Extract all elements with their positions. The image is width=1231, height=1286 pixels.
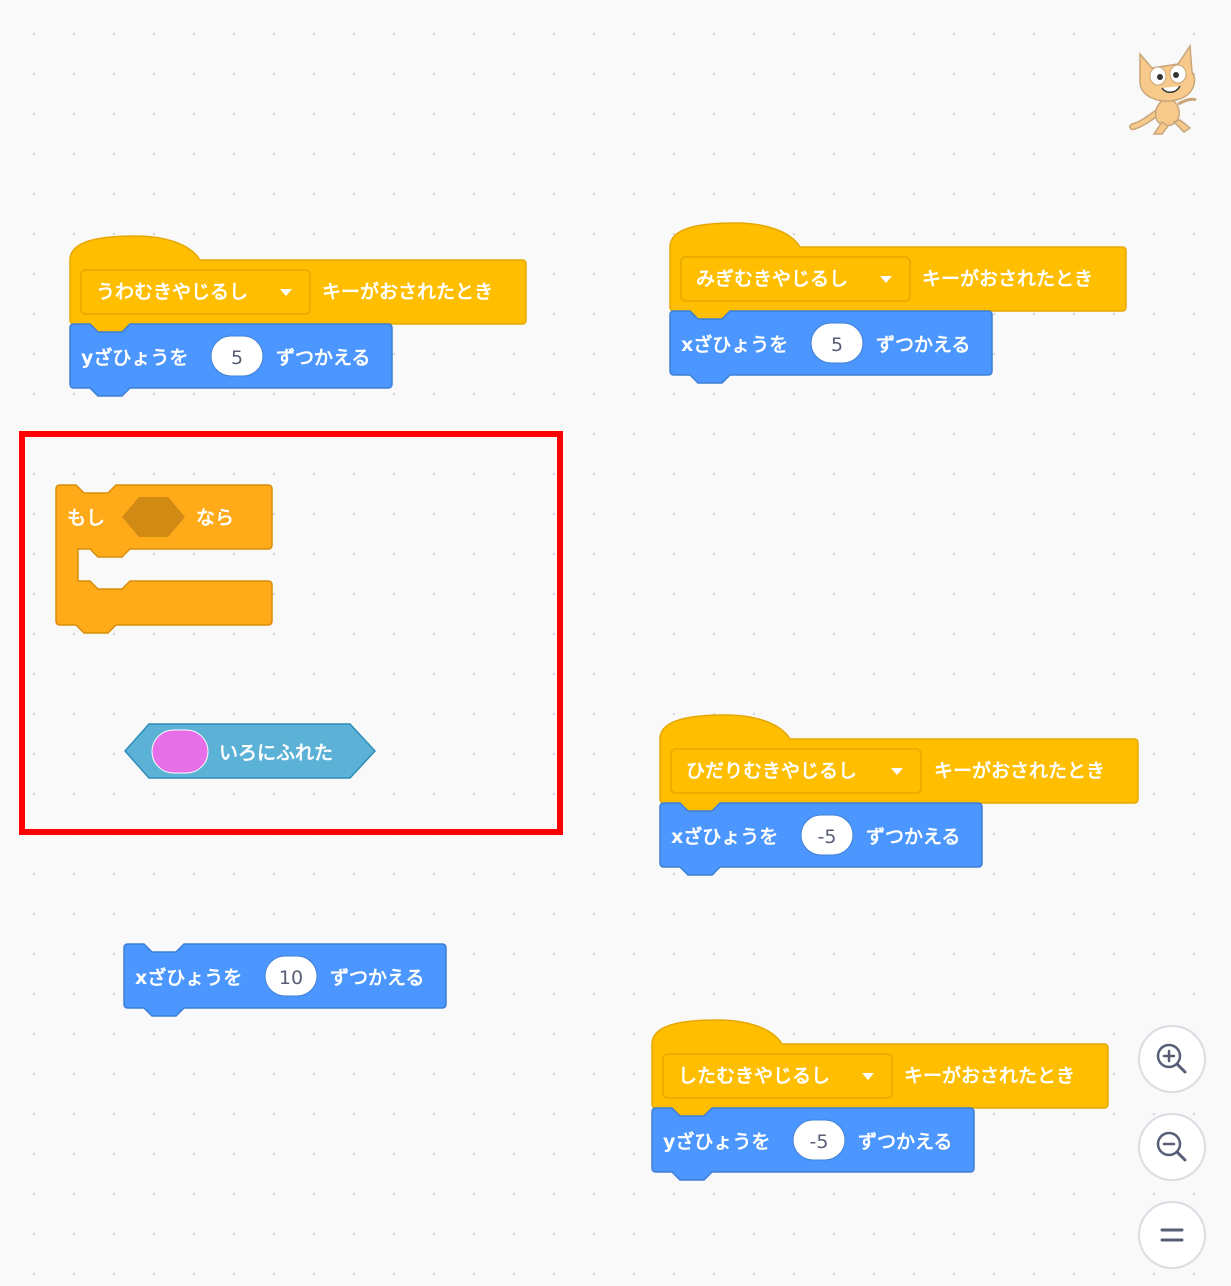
scratch-cat-icon — [1129, 43, 1197, 135]
hat-suffix-label: キーがおされたとき — [934, 759, 1105, 782]
motion-suffix-label: ずつかえる — [276, 347, 370, 369]
event-script-up[interactable]: うわむきやじるし キーがおされたとき yざひょうを 5 ずつかえる — [69, 235, 527, 397]
motion-suffix-label: ずつかえる — [330, 967, 424, 989]
motion-suffix-label: ずつかえる — [866, 826, 960, 848]
selection-highlight — [19, 431, 563, 835]
value-text: -5 — [818, 826, 837, 848]
zoom-reset-icon — [1160, 1228, 1184, 1242]
hat-suffix-label: キーがおされたとき — [904, 1064, 1075, 1087]
value-text: 5 — [231, 347, 243, 369]
hat-suffix-label: キーがおされたとき — [322, 280, 493, 303]
event-script-right[interactable]: みぎむきやじるし キーがおされたとき xざひょうを 5 ずつかえる — [669, 222, 1127, 384]
zoom-in-button[interactable] — [1138, 1025, 1206, 1093]
value-text: -5 — [810, 1131, 829, 1153]
key-dropdown-label: うわむきやじるし — [96, 281, 248, 303]
motion-label: xざひょうを — [135, 966, 242, 989]
event-script-left[interactable]: ひだりむきやじるし キーがおされたとき xざひょうを -5 ずつかえる — [659, 714, 1139, 876]
hat-suffix-label: キーがおされたとき — [922, 267, 1093, 290]
loose-change-x-block[interactable]: xざひょうを 10 ずつかえる — [123, 943, 447, 1017]
motion-label: xざひょうを — [671, 825, 778, 848]
motion-label: xざひょうを — [681, 333, 788, 356]
motion-suffix-label: ずつかえる — [876, 334, 970, 356]
motion-label: yざひょうを — [81, 346, 188, 369]
zoom-in-icon — [1156, 1043, 1187, 1074]
zoom-reset-button[interactable] — [1138, 1201, 1206, 1269]
value-text: 5 — [831, 334, 843, 356]
event-script-down[interactable]: したむきやじるし キーがおされたとき yざひょうを -5 ずつかえる — [651, 1019, 1109, 1181]
value-text: 10 — [279, 967, 303, 989]
zoom-out-button[interactable] — [1138, 1113, 1206, 1181]
key-dropdown-label: したむきやじるし — [678, 1065, 830, 1087]
motion-suffix-label: ずつかえる — [858, 1131, 952, 1153]
key-dropdown-label: みぎむきやじるし — [696, 267, 848, 290]
key-dropdown-label: ひだりむきやじるし — [686, 760, 857, 782]
motion-label: yざひょうを — [663, 1130, 770, 1153]
zoom-out-icon — [1156, 1131, 1187, 1162]
